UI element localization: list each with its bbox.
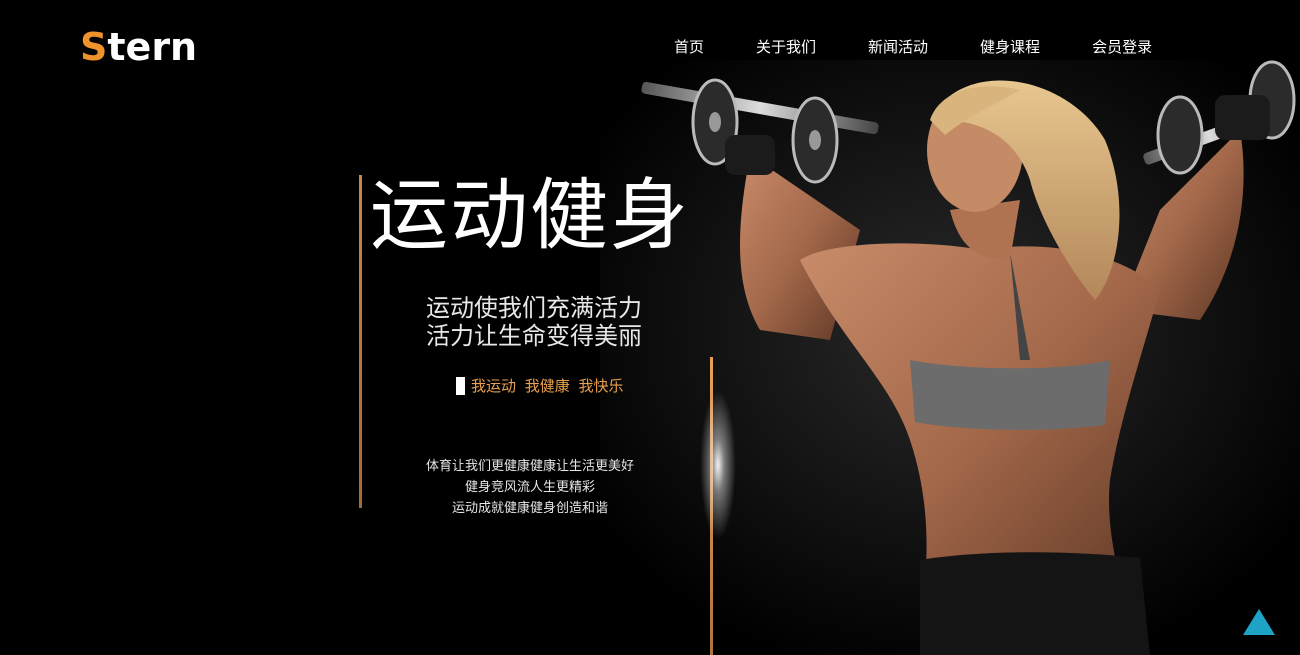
main-nav: 首页 关于我们 新闻活动 健身课程 会员登录: [648, 34, 1178, 60]
hero-desc-line-1: 体育让我们更健康健康让生活更美好: [425, 459, 634, 474]
logo-text: tern: [107, 25, 198, 69]
site-logo[interactable]: Stern: [80, 24, 197, 70]
athlete-illustration: [600, 60, 1300, 655]
hero-subtitle-line-1: 运动使我们充满活力: [426, 294, 642, 322]
hero-title: 运动健身: [370, 171, 691, 261]
hero-desc-line-3: 运动成就健康健身创造和谐: [451, 501, 608, 516]
light-glow: [700, 390, 736, 540]
back-to-top-icon[interactable]: [1243, 609, 1275, 635]
hero-desc-line-2: 健身竞风流人生更精彩: [464, 480, 595, 495]
nav-item-courses[interactable]: 健身课程: [954, 34, 1066, 60]
hero-description: 体育让我们更健康健康让生活更美好 健身竞风流人生更精彩 运动成就健康健身创造和谐: [400, 456, 660, 519]
logo-initial: S: [80, 25, 108, 69]
text-cursor-icon: [456, 377, 465, 395]
hero-photo: [600, 60, 1300, 655]
nav-item-member-login[interactable]: 会员登录: [1066, 34, 1178, 60]
nav-item-about[interactable]: 关于我们: [730, 34, 842, 60]
page-stage: Stern 首页 关于我们 新闻活动 健身课程 会员登录 运动健身 运动使我们充…: [0, 0, 1300, 655]
hero-subtitle: 运动使我们充满活力 活力让生命变得美丽: [426, 294, 726, 350]
tagline-text: 我运动 我健康 我快乐: [471, 377, 624, 395]
nav-item-news[interactable]: 新闻活动: [842, 34, 954, 60]
accent-line-left: [359, 175, 362, 508]
hero-subtitle-line-2: 活力让生命变得美丽: [426, 322, 642, 350]
nav-item-home[interactable]: 首页: [648, 34, 730, 60]
hero-tagline: 我运动 我健康 我快乐: [456, 374, 624, 398]
